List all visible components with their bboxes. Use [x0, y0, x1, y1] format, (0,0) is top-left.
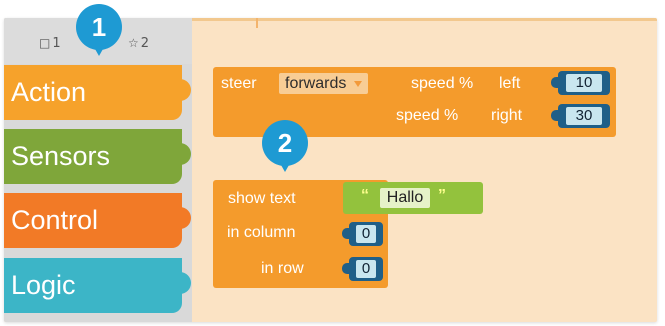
puzzle-notch	[173, 207, 191, 229]
callout-2-label: 2	[277, 128, 293, 158]
direction-value: forwards	[285, 75, 347, 92]
category-action[interactable]: Action	[4, 65, 191, 120]
column-input[interactable]: 0	[356, 225, 376, 243]
puzzle-notch	[173, 143, 191, 165]
square-icon: □	[39, 36, 51, 50]
toolbox-sidebar: □ 1 ☆ 2 Action Sensors Control Logic	[4, 18, 192, 322]
left-speed-slot: 10	[551, 71, 610, 95]
category-control[interactable]: Control	[4, 193, 191, 248]
left-speed-input[interactable]: 10	[566, 74, 602, 92]
open-quote-icon: “	[361, 187, 369, 204]
tab-2[interactable]: ☆ 2	[128, 36, 149, 51]
callout-badge-1: 1	[76, 4, 122, 56]
callout-pointer	[91, 42, 107, 56]
column-slot: 0	[342, 222, 383, 246]
side-right-label: right	[491, 107, 523, 124]
callout-badge-2: 2	[262, 120, 308, 172]
block-stack-stub	[256, 18, 258, 28]
input-connector	[551, 77, 560, 88]
tab-1[interactable]: □ 1	[39, 36, 61, 51]
side-left-label: left	[499, 75, 521, 92]
category-logic-label: Logic	[11, 270, 76, 300]
show-text-block[interactable]: show text “ Hallo ” in column 0 in row 0	[213, 180, 483, 288]
star-icon: ☆	[128, 36, 139, 50]
chevron-down-icon	[354, 80, 363, 87]
category-sensors-label: Sensors	[11, 141, 111, 171]
callout-1-label: 1	[91, 12, 107, 42]
text-literal-block[interactable]: “ Hallo ”	[343, 182, 483, 214]
in-row-label: in row	[261, 260, 304, 277]
callout-pointer	[277, 158, 293, 172]
category-control-label: Control	[11, 205, 99, 235]
input-connector	[551, 110, 560, 121]
puzzle-notch	[173, 272, 191, 294]
text-input[interactable]: Hallo	[380, 188, 430, 208]
puzzle-notch	[173, 79, 191, 101]
tab-1-label: 1	[52, 36, 61, 51]
row-slot: 0	[342, 257, 383, 281]
category-logic[interactable]: Logic	[4, 258, 191, 313]
in-column-label: in column	[227, 224, 296, 241]
input-connector	[342, 263, 351, 274]
input-connector	[342, 228, 351, 239]
direction-dropdown[interactable]: forwards	[279, 73, 369, 94]
row-input[interactable]: 0	[356, 260, 376, 278]
workspace-top-edge	[192, 18, 657, 21]
category-action-label: Action	[11, 77, 87, 107]
blockly-editor: □ 1 ☆ 2 Action Sensors Control Logic steer	[4, 18, 657, 322]
show-text-keyword: show text	[228, 190, 296, 207]
right-speed-slot: 30	[551, 104, 610, 128]
tab-2-label: 2	[140, 36, 150, 51]
speed-left-label: speed %	[411, 75, 474, 92]
speed-right-label: speed %	[396, 107, 459, 124]
steer-keyword: steer	[221, 75, 257, 92]
category-sensors[interactable]: Sensors	[4, 129, 191, 184]
close-quote-icon: ”	[438, 187, 446, 204]
right-speed-input[interactable]: 30	[566, 107, 602, 125]
